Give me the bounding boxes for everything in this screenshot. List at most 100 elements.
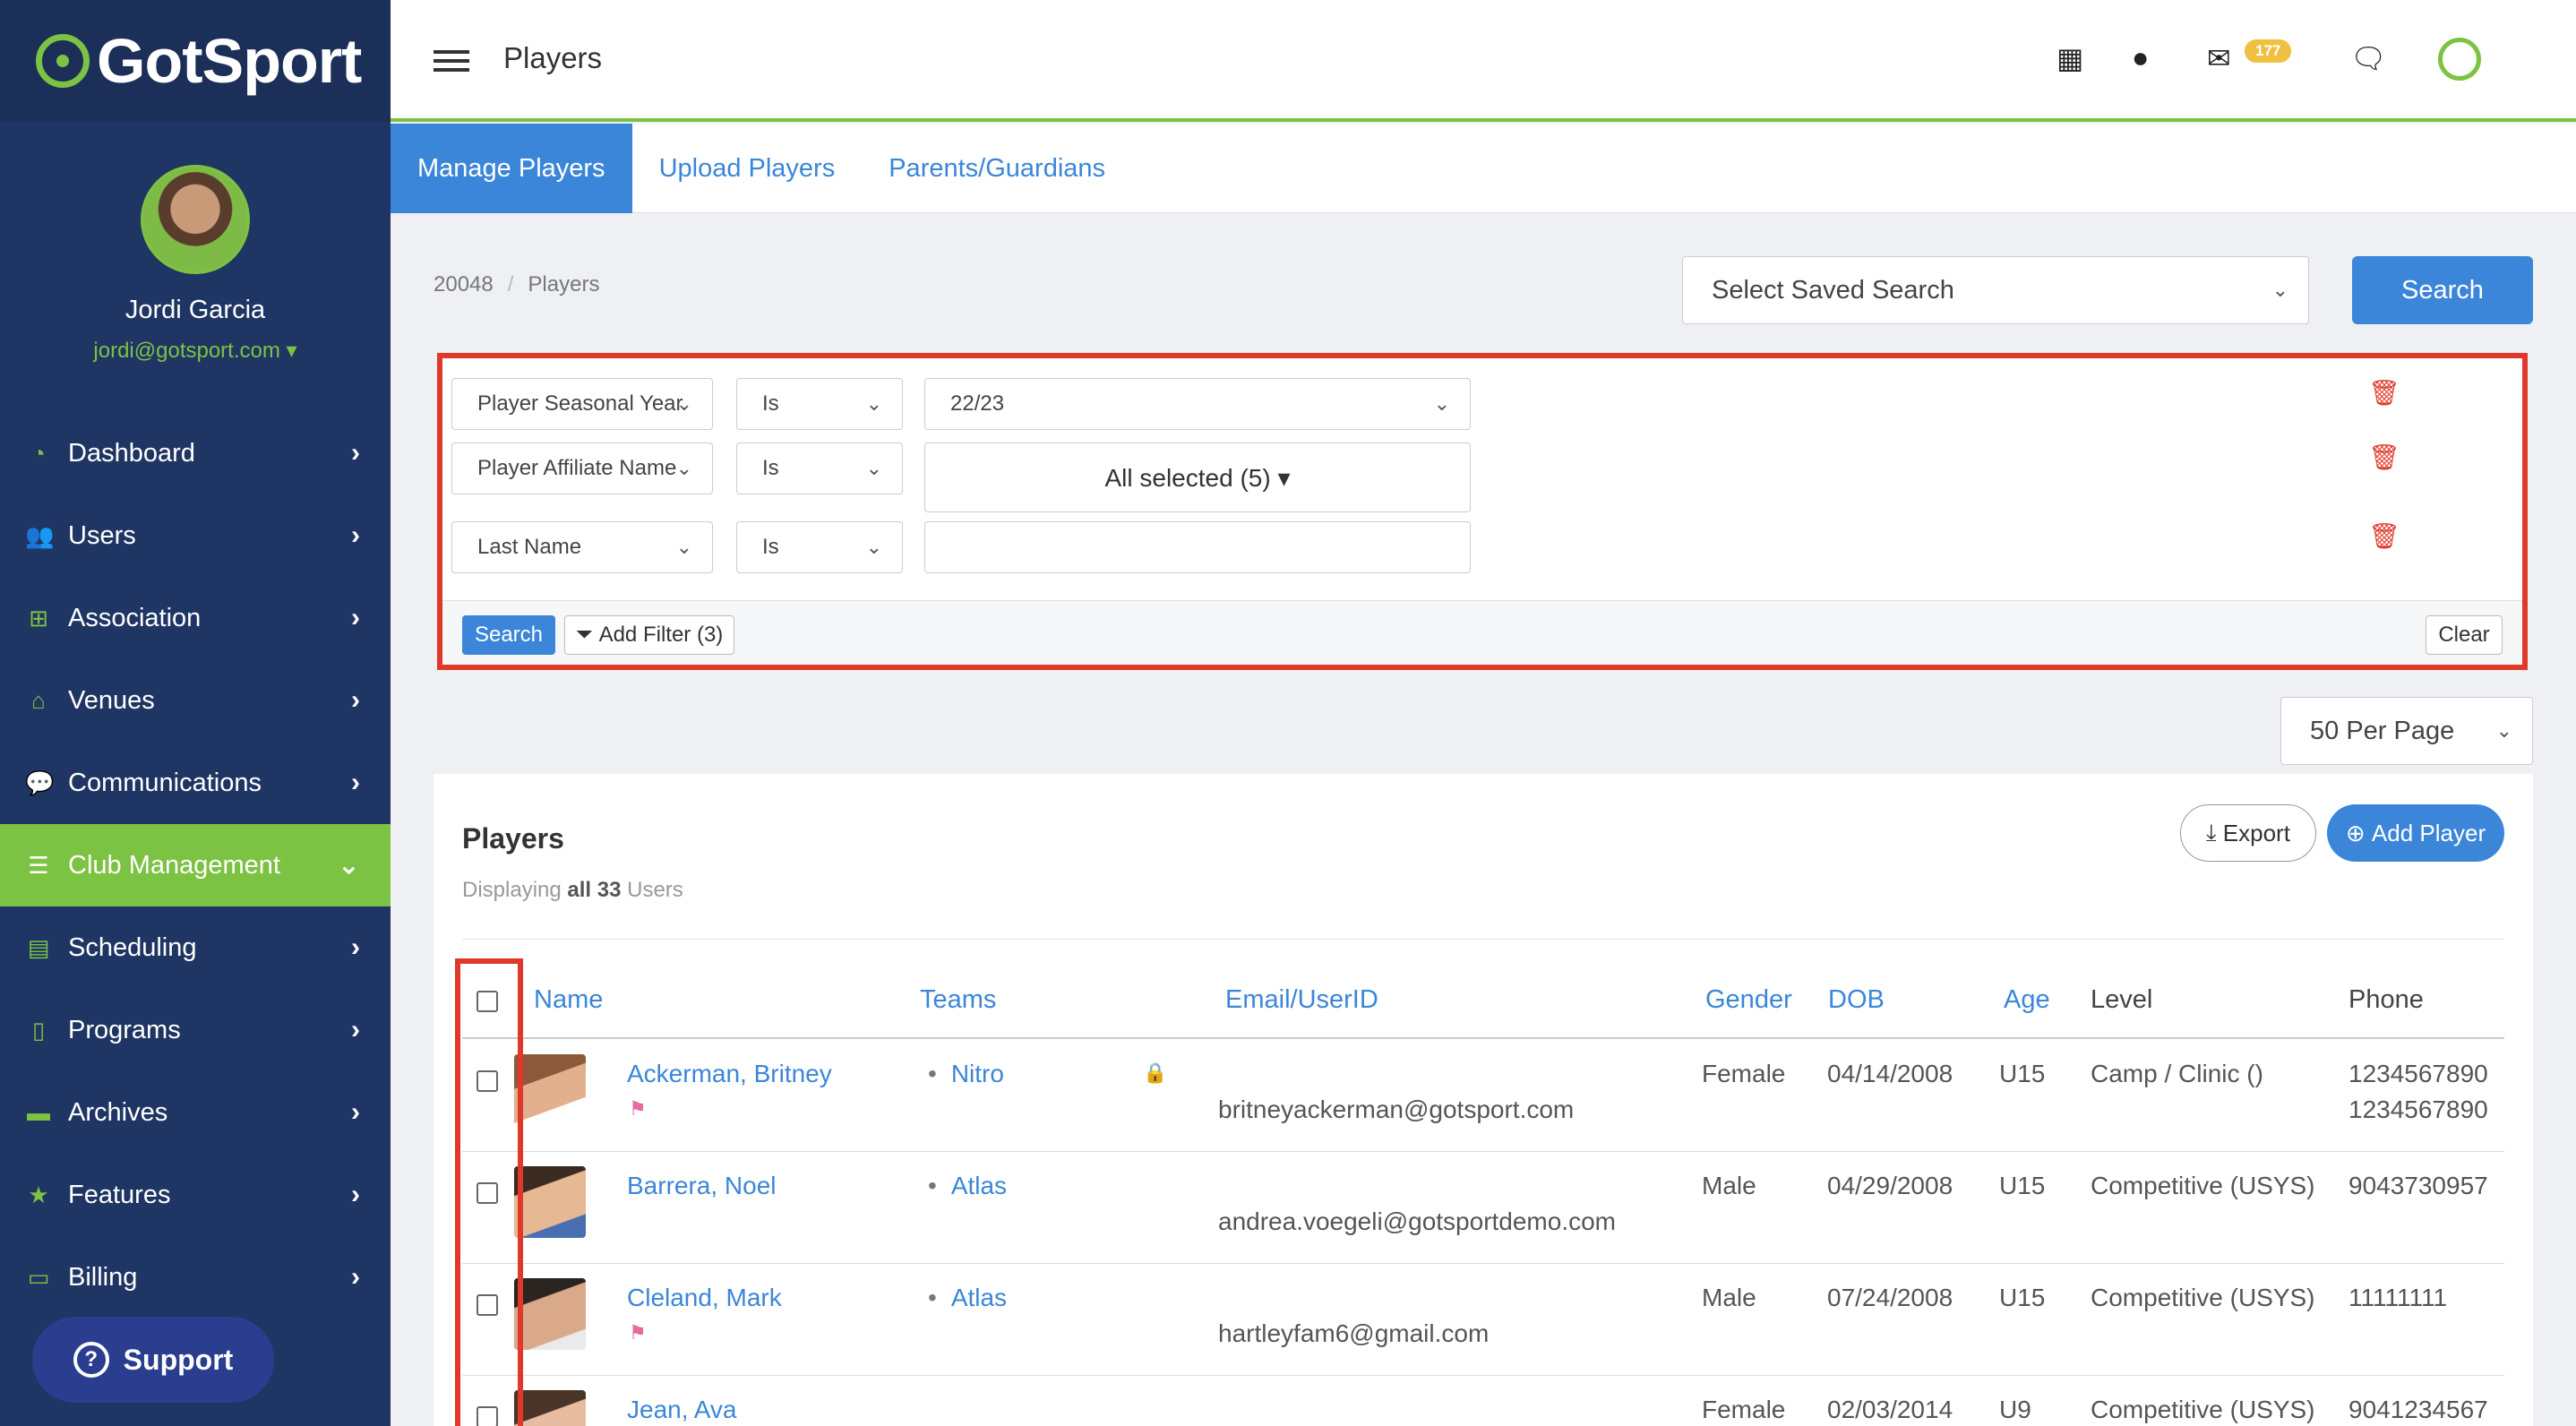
- team-link[interactable]: • Atlas: [928, 1284, 1007, 1312]
- filter-field-select[interactable]: Player Affiliate Name ⌄: [451, 442, 713, 494]
- trash-icon[interactable]: 🗑: [2368, 521, 2400, 551]
- trash-icon[interactable]: 🗑: [2368, 378, 2400, 408]
- mail-icon[interactable]: ✉: [2207, 41, 2231, 75]
- sidebar-item-communications[interactable]: 💬 Communications ›: [0, 742, 391, 824]
- topbar: Players ▦ ● ✉ 177 🗨: [391, 0, 2576, 122]
- trash-icon[interactable]: 🗑: [2368, 442, 2400, 472]
- column-header-email[interactable]: Email/UserID: [1225, 985, 1378, 1015]
- sidebar-item-dashboard[interactable]: ◔ Dashboard ›: [0, 412, 391, 494]
- profile-email-dropdown[interactable]: jordi@gotsport.com ▾: [0, 338, 391, 364]
- brand-logo[interactable]: GotSport: [0, 0, 391, 122]
- page-tabs: Manage Players Upload Players Parents/Gu…: [391, 124, 2576, 213]
- phone-text: 9043730957: [2348, 1172, 2488, 1199]
- column-header-dob[interactable]: DOB: [1828, 985, 1885, 1015]
- phone-text: 9041234567: [2348, 1396, 2488, 1423]
- table-row: Ackerman, Britney ⚑ • Nitro 🔒 britneyacke…: [462, 1040, 2504, 1152]
- age-text: U9: [1999, 1396, 2031, 1423]
- player-photo: [514, 1278, 586, 1350]
- column-header-phone: Phone: [2348, 985, 2424, 1014]
- qr-code-icon[interactable]: ▦: [2057, 41, 2083, 75]
- app-root: GotSport Jordi Garcia jordi@gotsport.com…: [0, 0, 2576, 1426]
- filter-multiselect[interactable]: All selected (5) ▾: [924, 442, 1471, 512]
- user-icon[interactable]: ●: [2132, 41, 2149, 74]
- home-icon: ⌂: [31, 686, 46, 714]
- sidebar-item-billing[interactable]: ▭ Billing ›: [0, 1236, 391, 1319]
- filter-operator-select[interactable]: Is ⌄: [736, 442, 903, 494]
- column-header-age[interactable]: Age: [2004, 985, 2050, 1015]
- filter-panel: Player Seasonal Year ⌄ Is ⌄ 22/23 ⌄ 🗑 Playe…: [437, 353, 2528, 670]
- email-text: andrea.voegeli@gotsportdemo.com: [1218, 1207, 1617, 1235]
- filter-operator-select[interactable]: Is ⌄: [736, 378, 903, 430]
- table-row: Cleland, Mark ⚑ • Atlas hartleyfam6@gmail…: [462, 1264, 2504, 1376]
- player-name-link[interactable]: Cleland, Mark: [627, 1284, 782, 1312]
- sidebar-nav: ◔ Dashboard › 👥 Users › ⊞ Association › ⌂ Venue…: [0, 412, 391, 1319]
- list-icon: ☰: [28, 851, 49, 879]
- tab-parents-guardians[interactable]: Parents/Guardians: [862, 124, 1132, 213]
- level-text: Competitive (USYS): [2091, 1172, 2315, 1199]
- gotsport-mini-logo-icon[interactable]: [2438, 38, 2481, 81]
- column-header-teams[interactable]: Teams: [920, 985, 996, 1015]
- add-player-button[interactable]: ⊕ Add Player: [2327, 804, 2504, 862]
- player-name-link[interactable]: Ackerman, Britney: [627, 1060, 832, 1088]
- chevron-down-icon: ⌄: [2271, 279, 2288, 301]
- chevron-down-icon: ⌄: [675, 536, 692, 558]
- displaying-count: Displaying all 33 Users: [462, 878, 683, 902]
- email-text: britneyackerman@gotsport.com: [1218, 1095, 1575, 1123]
- comments-icon: 💬: [25, 769, 55, 796]
- table-row: Barrera, Noel • Atlas andrea.voegeli@gots…: [462, 1152, 2504, 1264]
- add-filter-button[interactable]: ⏷ Add Filter (3): [564, 615, 734, 655]
- export-button[interactable]: ⤓ Export: [2180, 804, 2316, 862]
- age-text: U15: [1999, 1172, 2046, 1199]
- column-header-name[interactable]: Name: [534, 985, 603, 1015]
- chevron-down-icon: ⌄: [865, 536, 882, 558]
- chevron-right-icon: ›: [351, 932, 360, 962]
- filter-field-select[interactable]: Last Name ⌄: [451, 521, 713, 573]
- player-photo: [514, 1390, 586, 1426]
- filter-search-button[interactable]: Search: [462, 615, 555, 655]
- calendar-icon: ▤: [27, 933, 50, 961]
- chevron-down-icon: ⌄: [1433, 392, 1450, 415]
- column-header-gender[interactable]: Gender: [1705, 985, 1792, 1015]
- sidebar-item-archives[interactable]: ▬ Archives ›: [0, 1071, 391, 1154]
- phone-text: 1234567890: [2348, 1060, 2488, 1087]
- player-name-link[interactable]: Barrera, Noel: [627, 1172, 777, 1200]
- team-link[interactable]: • Nitro: [928, 1060, 1004, 1088]
- chevron-right-icon: ›: [351, 685, 360, 715]
- filter-value-select[interactable]: 22/23 ⌄: [924, 378, 1471, 430]
- chat-icon[interactable]: 🗨: [2350, 41, 2387, 75]
- flag-icon: ⚑: [629, 1097, 647, 1120]
- sidebar-item-association[interactable]: ⊞ Association ›: [0, 577, 391, 659]
- table-row: Jean, Ava Female 02/03/2014 U9 Competiti…: [462, 1376, 2504, 1426]
- sidebar-item-features[interactable]: ★ Features ›: [0, 1154, 391, 1236]
- tab-upload-players[interactable]: Upload Players: [632, 124, 863, 213]
- archive-icon: ▬: [27, 1098, 50, 1126]
- sidebar-item-scheduling[interactable]: ▤ Scheduling ›: [0, 906, 391, 989]
- filter-operator-select[interactable]: Is ⌄: [736, 521, 903, 573]
- hamburger-menu-icon[interactable]: [434, 50, 469, 72]
- breadcrumb-id[interactable]: 20048: [434, 272, 494, 296]
- panel-title: Players: [462, 822, 564, 855]
- team-link[interactable]: • Atlas: [928, 1172, 1007, 1200]
- chevron-right-icon: ›: [351, 1262, 360, 1292]
- avatar[interactable]: [141, 165, 250, 274]
- sidebar-item-venues[interactable]: ⌂ Venues ›: [0, 659, 391, 742]
- players-panel: Players Displaying all 33 Users ⤓ Export…: [434, 774, 2533, 1426]
- per-page-select[interactable]: 50 Per Page ⌄: [2280, 697, 2533, 765]
- search-button[interactable]: Search: [2352, 256, 2533, 324]
- tab-manage-players[interactable]: Manage Players: [391, 124, 632, 213]
- chevron-right-icon: ›: [351, 603, 360, 632]
- star-icon: ★: [28, 1181, 49, 1208]
- sidebar-item-users[interactable]: 👥 Users ›: [0, 494, 391, 577]
- filter-icon: ⏷: [575, 623, 593, 647]
- sidebar-item-club-management[interactable]: ☰ Club Management ⌄: [0, 824, 391, 906]
- support-button[interactable]: ? Support: [32, 1317, 274, 1403]
- sidebar-item-programs[interactable]: ▯ Programs ›: [0, 989, 391, 1071]
- filter-value-input[interactable]: [924, 521, 1471, 573]
- level-text: Camp / Clinic (): [2091, 1060, 2263, 1087]
- credit-card-icon: ▭: [27, 1263, 50, 1291]
- saved-search-select[interactable]: Select Saved Search ⌄: [1682, 256, 2309, 324]
- clear-button[interactable]: Clear: [2426, 615, 2503, 655]
- player-name-link[interactable]: Jean, Ava: [627, 1396, 736, 1424]
- filter-field-select[interactable]: Player Seasonal Year ⌄: [451, 378, 713, 430]
- caret-down-icon: ▾: [286, 339, 297, 363]
